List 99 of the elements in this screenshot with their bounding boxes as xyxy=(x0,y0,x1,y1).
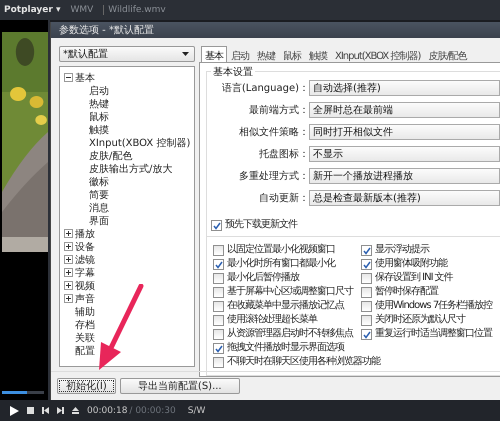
collapse-icon[interactable] xyxy=(64,73,73,82)
tree-item[interactable]: 徽标 xyxy=(89,174,109,188)
caret-icon xyxy=(182,52,189,56)
tree-item[interactable]: 皮肤/配色 xyxy=(89,148,132,162)
checkbox[interactable] xyxy=(213,245,224,256)
tree-item[interactable]: 播放 xyxy=(75,226,95,240)
checkbox-label: 重复运行时适当调整窗口位置 xyxy=(375,327,492,340)
seek-bar[interactable] xyxy=(2,391,44,394)
reset-button[interactable]: 初始化(I) xyxy=(57,378,116,394)
tree-item[interactable]: 字幕 xyxy=(75,266,95,280)
tree-item[interactable]: 关联 xyxy=(75,330,95,344)
checkbox-label: 最小化时所有窗口都最小化 xyxy=(227,257,335,270)
tree-item[interactable]: 热键 xyxy=(89,96,109,110)
checkbox-label: 使用窗体吸附功能 xyxy=(375,257,447,270)
expand-icon[interactable] xyxy=(64,294,73,303)
checkbox[interactable] xyxy=(213,315,224,326)
tab[interactable]: 皮肤/配色 xyxy=(424,46,471,62)
setting-label: 自动更新： xyxy=(258,192,309,205)
format-label: WMV xyxy=(70,5,94,15)
checkbox-label: 最小化后暂停播放 xyxy=(227,271,299,284)
previous-icon[interactable] xyxy=(42,407,49,414)
tree-item[interactable]: 鼠标 xyxy=(89,110,109,124)
tree-item[interactable]: 皮肤输出方式/放大 xyxy=(89,162,172,176)
tree-item[interactable]: 辅助 xyxy=(75,304,95,318)
tree-item[interactable]: 启动 xyxy=(89,84,109,98)
dialog-title: 参数选项 - *默认配置 xyxy=(51,22,500,38)
checkbox[interactable] xyxy=(361,301,372,312)
setting-dropdown[interactable]: 自动选择(推荐) xyxy=(309,80,500,96)
checkbox[interactable] xyxy=(213,287,224,298)
checkbox-label: 使用滚轮处理超长菜单 xyxy=(227,313,317,326)
total-time: / 00:00:30 xyxy=(129,406,176,416)
tree-item[interactable]: 基本 xyxy=(75,70,95,84)
checkbox-label: 显示浮动提示 xyxy=(375,243,429,256)
expand-icon[interactable] xyxy=(64,229,73,238)
checkbox-label: 暂停时保存配置 xyxy=(375,285,438,298)
tree-item[interactable]: 简要 xyxy=(89,188,109,202)
tree-item[interactable]: 滤镜 xyxy=(75,252,95,266)
tab[interactable]: 鼠标 xyxy=(279,46,305,62)
setting-label: 托盘图标： xyxy=(258,148,309,161)
player-menu[interactable]: Potplayer ▾ xyxy=(4,5,60,15)
checkbox-label: 关闭时还原为默认尺寸 xyxy=(375,313,465,326)
checkbox-label: 使用Windows 7任务栏播放控 xyxy=(375,299,492,312)
setting-dropdown[interactable]: 总是检查最新版本(推荐) xyxy=(309,190,500,206)
setting-dropdown[interactable]: 同时打开相似文件 xyxy=(309,124,500,140)
checkbox-label: 在收藏菜单中显示播放记忆点 xyxy=(227,299,344,312)
checkbox-label: 预先下载更新文件 xyxy=(225,218,297,231)
setting-dropdown[interactable]: 全屏时总在最前端 xyxy=(309,102,500,118)
checkbox[interactable] xyxy=(211,220,222,231)
checkbox-label: 拖拽文件播放时显示界面选项 xyxy=(227,341,344,354)
setting-dropdown[interactable]: 不显示 xyxy=(309,146,500,162)
expand-icon[interactable] xyxy=(64,255,73,264)
setting-label: 多重处理方式： xyxy=(238,170,309,183)
setting-dropdown[interactable]: 新开一个播放进程播放 xyxy=(309,168,500,184)
tab[interactable]: 基本 xyxy=(201,46,227,62)
current-time: 00:00:18 xyxy=(87,406,128,416)
setting-label: 最前端方式： xyxy=(248,104,309,117)
eject-icon[interactable] xyxy=(72,407,79,414)
checkbox[interactable] xyxy=(213,329,224,340)
checkbox[interactable] xyxy=(361,315,372,326)
expand-icon[interactable] xyxy=(64,268,73,277)
checkbox[interactable] xyxy=(213,357,224,368)
profile-dropdown[interactable]: *默认配置 xyxy=(59,46,195,62)
tab[interactable]: 热键 xyxy=(253,46,279,62)
checkbox[interactable] xyxy=(361,329,372,340)
checkbox[interactable] xyxy=(213,259,224,270)
checkbox-label: 不聊天时在聊天区使用各种浏览器功能 xyxy=(227,355,380,368)
checkbox[interactable] xyxy=(213,343,224,354)
tree-item[interactable]: 设备 xyxy=(75,240,95,254)
checkbox[interactable] xyxy=(213,273,224,284)
play-icon[interactable] xyxy=(10,406,19,416)
expand-icon[interactable] xyxy=(64,242,73,251)
setting-label: 语言(Language)： xyxy=(220,82,309,95)
expand-icon[interactable] xyxy=(64,281,73,290)
checkbox-label: 保存设置到 INI 文件 xyxy=(375,271,453,284)
tree-item[interactable]: 配置 xyxy=(75,344,95,358)
checkbox[interactable] xyxy=(361,259,372,270)
tree-item[interactable]: 声音 xyxy=(75,292,95,306)
checkbox[interactable] xyxy=(361,287,372,298)
tree-item[interactable]: 界面 xyxy=(89,214,109,228)
tree-item[interactable]: 触摸 xyxy=(89,122,109,136)
tree-item[interactable]: 视频 xyxy=(75,278,95,292)
tree-item[interactable]: 消息 xyxy=(89,200,109,214)
tree-item[interactable]: 存档 xyxy=(75,318,95,332)
checkbox-label: 从资源管理器启动时不转移焦点 xyxy=(227,327,353,340)
decoder-mode[interactable]: S/W xyxy=(188,406,206,416)
checkbox[interactable] xyxy=(361,245,372,256)
file-name: Wildlife.wmv xyxy=(103,5,166,15)
next-icon[interactable] xyxy=(57,407,64,414)
checkbox-label: 基于屏幕中心区域调整窗口尺寸 xyxy=(227,285,353,298)
checkbox[interactable] xyxy=(361,273,372,284)
export-button[interactable]: 导出当前配置(S)... xyxy=(120,378,240,394)
tab[interactable]: 触摸 xyxy=(305,46,331,62)
group-title: 基本设置 xyxy=(211,65,255,79)
checkbox-label: 以固定位置最小化视频窗口 xyxy=(227,243,335,256)
tab[interactable]: 启动 xyxy=(227,46,253,62)
tab[interactable]: XInput(XBOX 控制器) xyxy=(331,46,424,62)
setting-label: 相似文件策略： xyxy=(238,126,309,139)
checkbox[interactable] xyxy=(213,301,224,312)
tree-item[interactable]: XInput(XBOX 控制器) xyxy=(89,136,190,150)
